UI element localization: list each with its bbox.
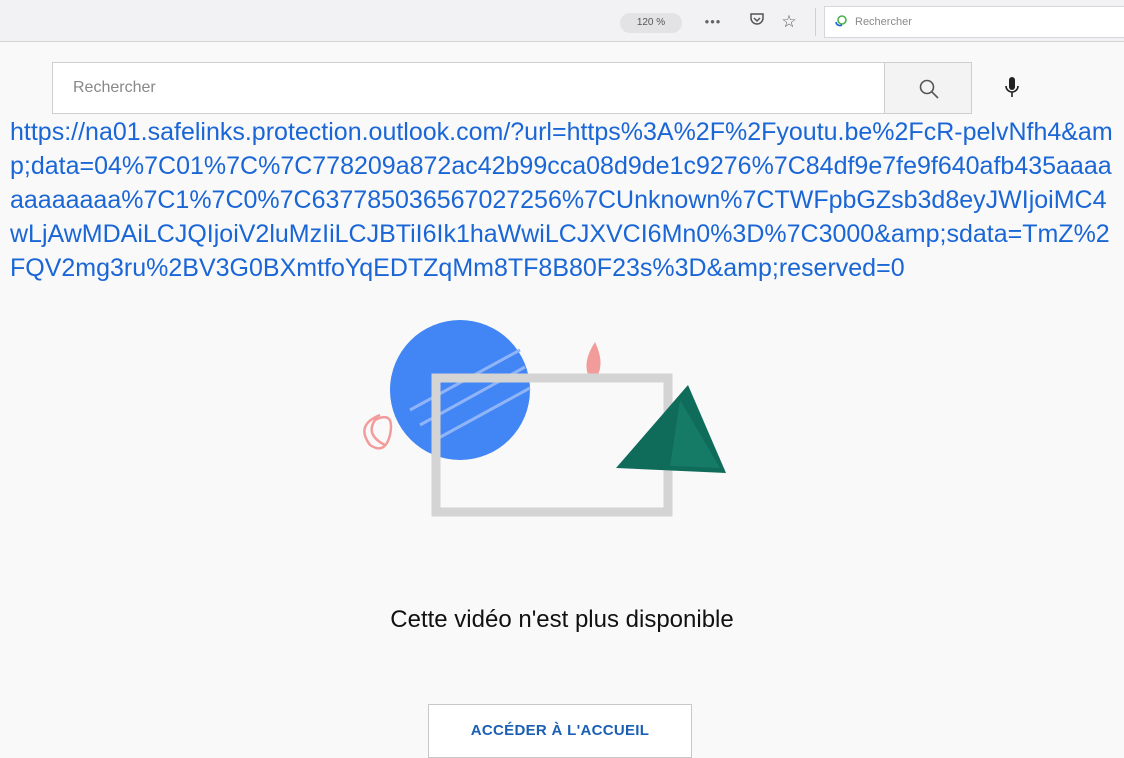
search-input[interactable]: Rechercher — [52, 62, 884, 114]
page: 120 % ••• ☆ Rechercher Rechercher https:… — [0, 0, 1124, 758]
search-placeholder: Rechercher — [73, 79, 156, 96]
browser-search-field[interactable]: Rechercher — [824, 6, 1124, 38]
microphone-icon — [1005, 77, 1019, 97]
star-icon[interactable]: ☆ — [778, 11, 800, 33]
voice-search-button[interactable] — [990, 66, 1034, 110]
browser-toolbar: 120 % ••• ☆ Rechercher — [0, 0, 1124, 42]
search-engine-icon — [833, 14, 849, 35]
video-unavailable-message: Cette vidéo n'est plus disponible — [390, 606, 734, 633]
safelink-url[interactable]: https://na01.safelinks.protection.outloo… — [10, 115, 1120, 285]
pocket-icon[interactable] — [746, 11, 768, 33]
go-home-button[interactable]: ACCÉDER À L'ACCUEIL — [428, 704, 692, 758]
browser-search-placeholder: Rechercher — [855, 16, 912, 28]
ellipsis-icon[interactable]: ••• — [702, 11, 724, 33]
toolbar-divider — [815, 8, 816, 36]
search-button[interactable] — [884, 62, 972, 114]
video-unavailable-illustration — [363, 320, 726, 517]
search-icon — [919, 79, 939, 99]
zoom-level-badge[interactable]: 120 % — [620, 13, 682, 33]
